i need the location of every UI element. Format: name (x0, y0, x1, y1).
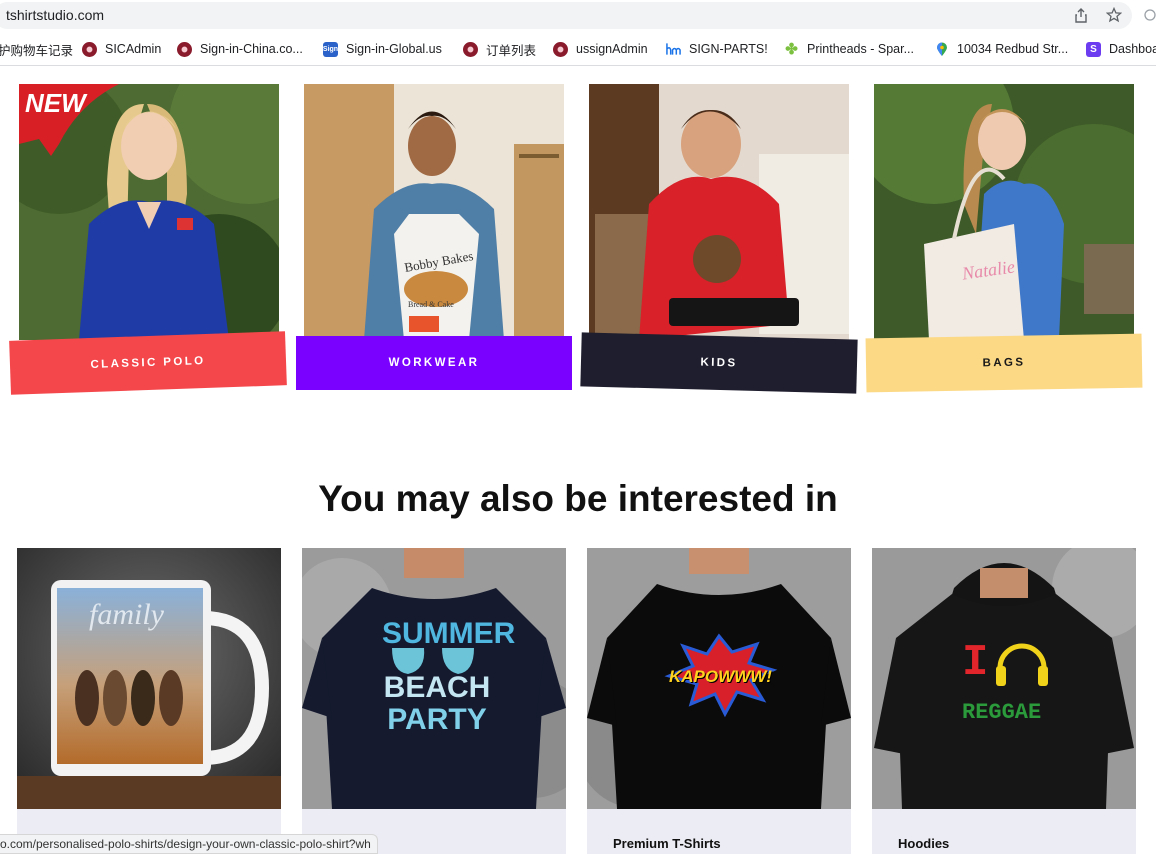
section-heading: You may also be interested in (318, 478, 838, 519)
category-card-bags[interactable]: Natalie (874, 84, 1134, 340)
rose-icon (82, 41, 97, 57)
extension-icon[interactable] (1142, 7, 1156, 23)
category-label-workwear[interactable]: WORKWEAR (296, 336, 572, 390)
clover-icon: ✤ (785, 41, 798, 58)
sign-icon: Sign (323, 41, 338, 57)
bookmark-sicadmin[interactable]: SICAdmin (82, 41, 161, 57)
category-label-kids[interactable]: KIDS (580, 332, 858, 394)
bookmark-printheads[interactable]: ✤ Printheads - Spar... (784, 41, 915, 58)
bookmark-label: Sign-in-Global.us (346, 42, 442, 56)
bookmark-label: Dashboa (1109, 42, 1156, 56)
bookmark-sign-parts[interactable]: SIGN-PARTS! (666, 41, 768, 57)
reggae-hoodie-image (872, 548, 1136, 809)
hm-logo-icon (666, 42, 681, 57)
bags-model-image (874, 84, 1134, 340)
bookmark-label: ussignAdmin (576, 42, 648, 56)
bookmark-label: 10034 Redbud Str... (957, 42, 1069, 56)
bookmark-ussignadmin[interactable]: ussignAdmin (553, 41, 648, 57)
bookmark-star-icon[interactable] (1106, 7, 1122, 23)
bookmarks-bar: 护购物车记录 SICAdmin Sign-in-China.co... Sign… (0, 32, 1156, 66)
product-name: Hoodies (898, 836, 950, 851)
category-card-kids[interactable] (589, 84, 849, 340)
mug-product-image (17, 548, 281, 809)
rose-icon (553, 41, 568, 57)
summer-art-line3: PARTY (387, 703, 487, 736)
bookmark-label: SICAdmin (105, 42, 162, 56)
new-badge: NEW (25, 88, 86, 118)
apron-text-line2: Bread & Cake (408, 300, 454, 309)
bookmark-redbud-street[interactable]: 10034 Redbud Str... (934, 41, 1068, 57)
kids-model-image (589, 84, 849, 340)
product-name: Premium T-Shirts (613, 836, 721, 851)
product-card-hoodies[interactable]: I REGGAE (872, 548, 1136, 809)
summer-art-line1: SUMMER (382, 617, 516, 650)
s-square-icon: S (1086, 41, 1101, 57)
product-footer: Premium T-Shirts (587, 809, 851, 854)
mug-art-text: family (89, 598, 164, 631)
summer-art: SUMMER BEACH PARTY (382, 617, 516, 736)
omnibox[interactable] (0, 2, 1132, 29)
rose-icon (463, 41, 478, 57)
product-card-mug[interactable]: family (17, 548, 281, 809)
summer-art-line2: BEACH (383, 671, 491, 704)
bookmark-order-list[interactable]: 订单列表 (463, 41, 537, 58)
rose-icon (177, 41, 192, 57)
bookmark-cart-records[interactable]: 护购物车记录 (0, 41, 74, 58)
category-card-classic-polo[interactable]: NEW (19, 84, 279, 340)
bookmark-sign-in-global[interactable]: Sign Sign-in-Global.us (323, 41, 442, 57)
product-footer: Hoodies (872, 809, 1136, 854)
link-status-bar: o.com/personalised-polo-shirts/design-yo… (0, 834, 378, 854)
bookmark-label: Sign-in-China.co... (200, 42, 303, 56)
category-label-classic-polo[interactable]: CLASSIC POLO (9, 331, 287, 395)
product-card-summer-tee[interactable]: SUMMER BEACH PARTY (302, 548, 566, 809)
bookmark-label: Printheads - Spar... (807, 42, 915, 56)
bookmark-label: 护购物车记录 (0, 43, 74, 58)
reggae-art-i: I (962, 638, 989, 688)
bookmark-label: SIGN-PARTS! (689, 42, 768, 56)
category-card-workwear[interactable]: Bobby Bakes Bread & Cake (304, 84, 564, 340)
bookmark-label: 订单列表 (486, 43, 537, 58)
reggae-art-text: REGGAE (962, 700, 1042, 725)
bookmark-dashboard[interactable]: S Dashboa (1086, 41, 1156, 57)
kapow-art-text: KAPOWWW! (669, 667, 772, 686)
share-icon[interactable] (1073, 7, 1089, 23)
map-pin-icon (934, 42, 949, 57)
url-text[interactable]: tshirtstudio.com (6, 7, 104, 23)
category-label-bags[interactable]: BAGS (865, 333, 1143, 393)
product-card-premium-tshirts[interactable]: KAPOWWW! (587, 548, 851, 809)
address-bar: tshirtstudio.com (0, 0, 1156, 32)
bookmark-sign-in-china[interactable]: Sign-in-China.co... (177, 41, 303, 57)
